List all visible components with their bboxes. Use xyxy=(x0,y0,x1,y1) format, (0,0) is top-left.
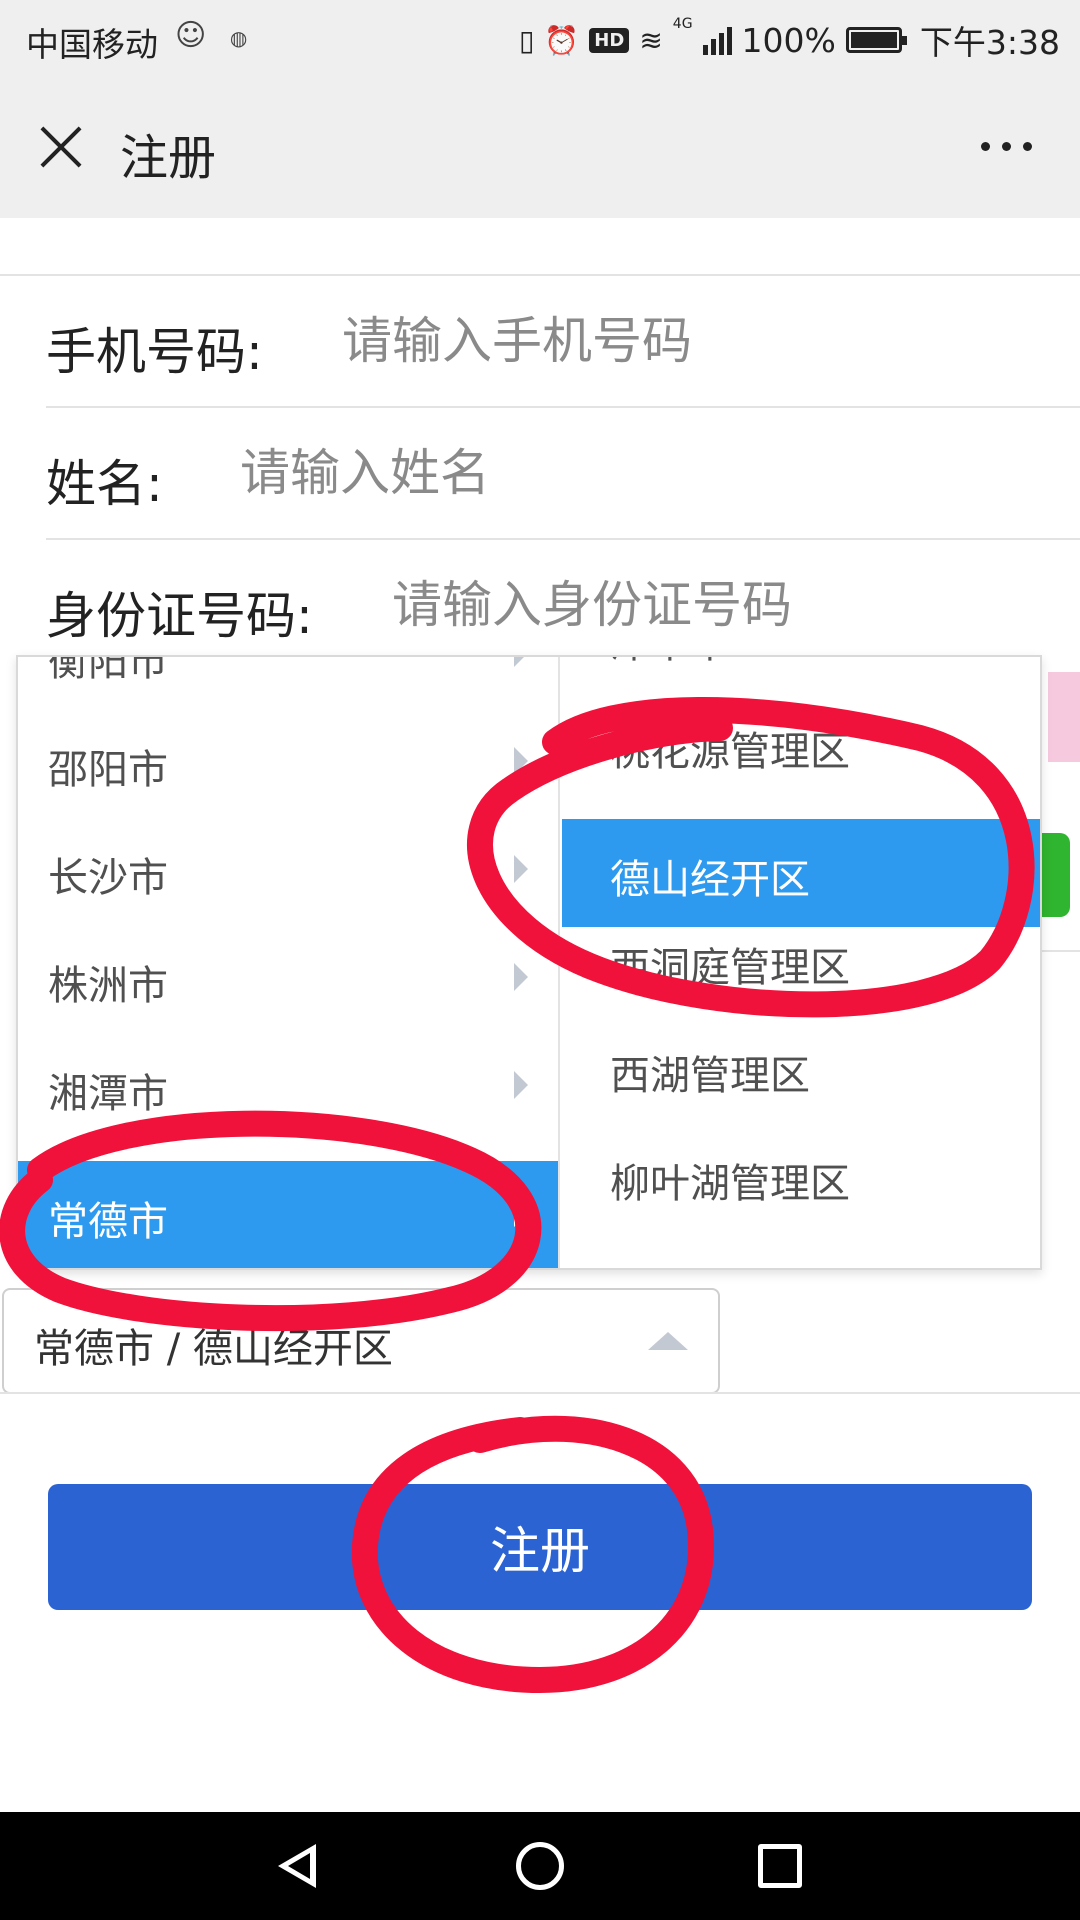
district-column: 津市市 桃花源管理区 德山经开区 西洞庭管理区 西湖管理区 柳叶湖管理区 xyxy=(562,657,1040,1268)
city-option[interactable]: 邵阳市 xyxy=(18,709,558,817)
alarm-icon: ⏰ xyxy=(544,23,580,57)
chevron-right-icon xyxy=(514,1199,528,1227)
district-option[interactable]: 西洞庭管理区 xyxy=(562,907,1040,1015)
region-select-value: 常德市 / 德山经开区 xyxy=(34,1326,393,1372)
spacer xyxy=(0,218,1080,276)
phone-input[interactable] xyxy=(342,306,1042,376)
register-button[interactable]: 注册 xyxy=(48,1484,1032,1610)
recent-apps-icon[interactable] xyxy=(758,1844,802,1888)
city-option-selected[interactable]: 常德市 xyxy=(18,1161,558,1268)
signal-icon xyxy=(702,25,732,55)
region-cascader-dropdown: 衡阳市 邵阳市 长沙市 株洲市 湘潭市 常德市 津市市 桃花源管理区 xyxy=(16,655,1042,1270)
close-icon[interactable] xyxy=(38,124,84,170)
registration-screen: 中国移动 ☺ ◍ ▯ ⏰ HD ≋ 4G 100% 下午3:38 注册 手机号码… xyxy=(0,0,1080,1920)
district-option[interactable]: 柳叶湖管理区 xyxy=(562,1123,1040,1231)
region-select[interactable]: 常德市 / 德山经开区 xyxy=(2,1288,720,1394)
face-icon: ☺ xyxy=(175,18,207,53)
back-icon[interactable] xyxy=(278,1844,316,1888)
city-option[interactable]: 衡阳市 xyxy=(18,657,558,709)
chevron-right-icon xyxy=(514,747,528,775)
name-input[interactable] xyxy=(240,438,1040,508)
caret-up-icon xyxy=(648,1332,688,1350)
city-option[interactable]: 株洲市 xyxy=(18,925,558,1033)
battery-icon xyxy=(845,27,907,53)
district-option[interactable]: 桃花源管理区 xyxy=(562,691,1040,799)
wifi-icon: ≋ xyxy=(639,23,663,57)
district-option[interactable]: 津市市 xyxy=(562,657,1040,691)
phone-row: 手机号码: xyxy=(46,276,1080,408)
background-field xyxy=(1048,672,1080,762)
network-type: 4G xyxy=(672,16,693,32)
chevron-right-icon xyxy=(514,657,528,667)
title-bar: 注册 xyxy=(0,78,1080,218)
id-number-label: 身份证号码: xyxy=(46,587,313,645)
phone-label: 手机号码: xyxy=(46,323,263,381)
status-bar: 中国移动 ☺ ◍ ▯ ⏰ HD ≋ 4G 100% 下午3:38 xyxy=(0,0,1080,78)
weibo-icon: ◍ xyxy=(229,26,248,50)
city-option[interactable]: 湘潭市 xyxy=(18,1033,558,1141)
vibrate-icon: ▯ xyxy=(519,23,535,57)
chevron-right-icon xyxy=(514,1071,528,1099)
verify-code-button[interactable] xyxy=(1040,833,1070,917)
district-option[interactable]: 西湖管理区 xyxy=(562,1015,1040,1123)
name-label: 姓名: xyxy=(46,455,163,513)
page-title: 注册 xyxy=(120,130,217,186)
carrier-name: 中国移动 xyxy=(26,25,158,64)
more-icon[interactable] xyxy=(981,142,1032,151)
city-option[interactable]: 长沙市 xyxy=(18,817,558,925)
id-number-row: 身份证号码: xyxy=(46,540,1080,672)
clock: 下午3:38 xyxy=(919,23,1060,62)
name-row: 姓名: xyxy=(46,408,1080,540)
chevron-right-icon xyxy=(514,855,528,883)
battery-level: 100% xyxy=(741,20,836,60)
city-column: 衡阳市 邵阳市 长沙市 株洲市 湘潭市 常德市 xyxy=(18,657,560,1268)
navigation-bar xyxy=(0,1812,1080,1920)
hd-icon: HD xyxy=(589,27,630,53)
home-icon[interactable] xyxy=(516,1842,564,1890)
id-number-input[interactable] xyxy=(392,570,1042,640)
chevron-right-icon xyxy=(514,963,528,991)
